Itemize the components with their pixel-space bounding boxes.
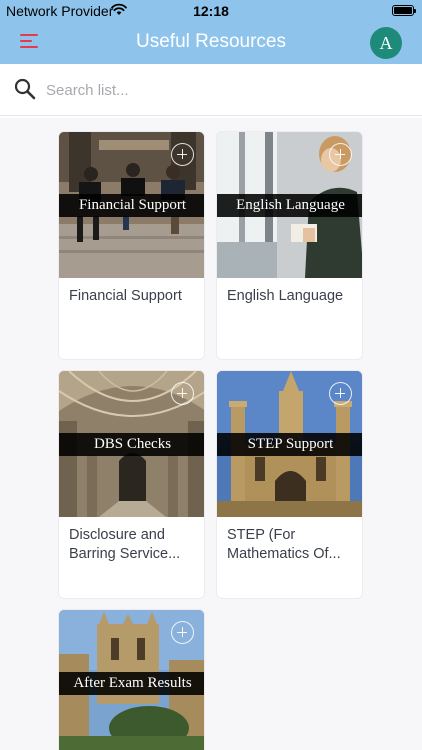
resource-card-english-language[interactable]: English Language English Language xyxy=(216,131,363,360)
clock-time: 12:18 xyxy=(193,3,229,19)
resource-card-financial-support[interactable]: Financial Support Financial Support xyxy=(58,131,205,360)
add-icon[interactable] xyxy=(171,382,194,405)
add-icon[interactable] xyxy=(329,382,352,405)
status-bar: Network Provider 12:18 xyxy=(0,0,422,22)
card-title: English Language xyxy=(227,287,357,306)
card-title-line: English Language xyxy=(227,288,344,304)
search-icon xyxy=(14,78,36,100)
resource-card-after-exam-results[interactable]: After Exam Results xyxy=(58,609,205,750)
page-title: Useful Resources xyxy=(136,31,286,52)
top-bar: Network Provider 12:18 Useful Resources … xyxy=(0,0,422,118)
card-title: Disclosure and Barring Service... xyxy=(69,526,199,564)
search-bar xyxy=(0,64,422,116)
add-icon[interactable] xyxy=(171,621,194,644)
card-banner: Financial Support xyxy=(59,194,204,217)
card-title-line: STEP (For xyxy=(227,527,296,543)
navigation-bar: Useful Resources A xyxy=(0,22,422,64)
add-icon[interactable] xyxy=(329,143,352,166)
card-banner: STEP Support xyxy=(217,433,362,456)
card-title-line: Disclosure and xyxy=(69,527,165,543)
search-input[interactable] xyxy=(46,78,406,102)
card-title: Financial Support xyxy=(69,287,199,306)
card-banner: English Language xyxy=(217,194,362,217)
card-banner: DBS Checks xyxy=(59,433,204,456)
card-title-line: Barring Service... xyxy=(69,546,181,562)
resource-card-dbs-checks[interactable]: DBS Checks Disclosure and Barring Servic… xyxy=(58,370,205,599)
avatar[interactable]: A xyxy=(370,27,402,59)
card-title: STEP (For Mathematics Of... xyxy=(227,526,357,564)
card-title-line: Financial Support xyxy=(69,288,182,304)
battery-icon xyxy=(392,5,416,16)
card-banner: After Exam Results xyxy=(59,672,204,695)
card-title-line: Mathematics Of... xyxy=(227,546,341,562)
resource-card-step-support[interactable]: STEP Support STEP (For Mathematics Of... xyxy=(216,370,363,599)
add-icon[interactable] xyxy=(171,143,194,166)
